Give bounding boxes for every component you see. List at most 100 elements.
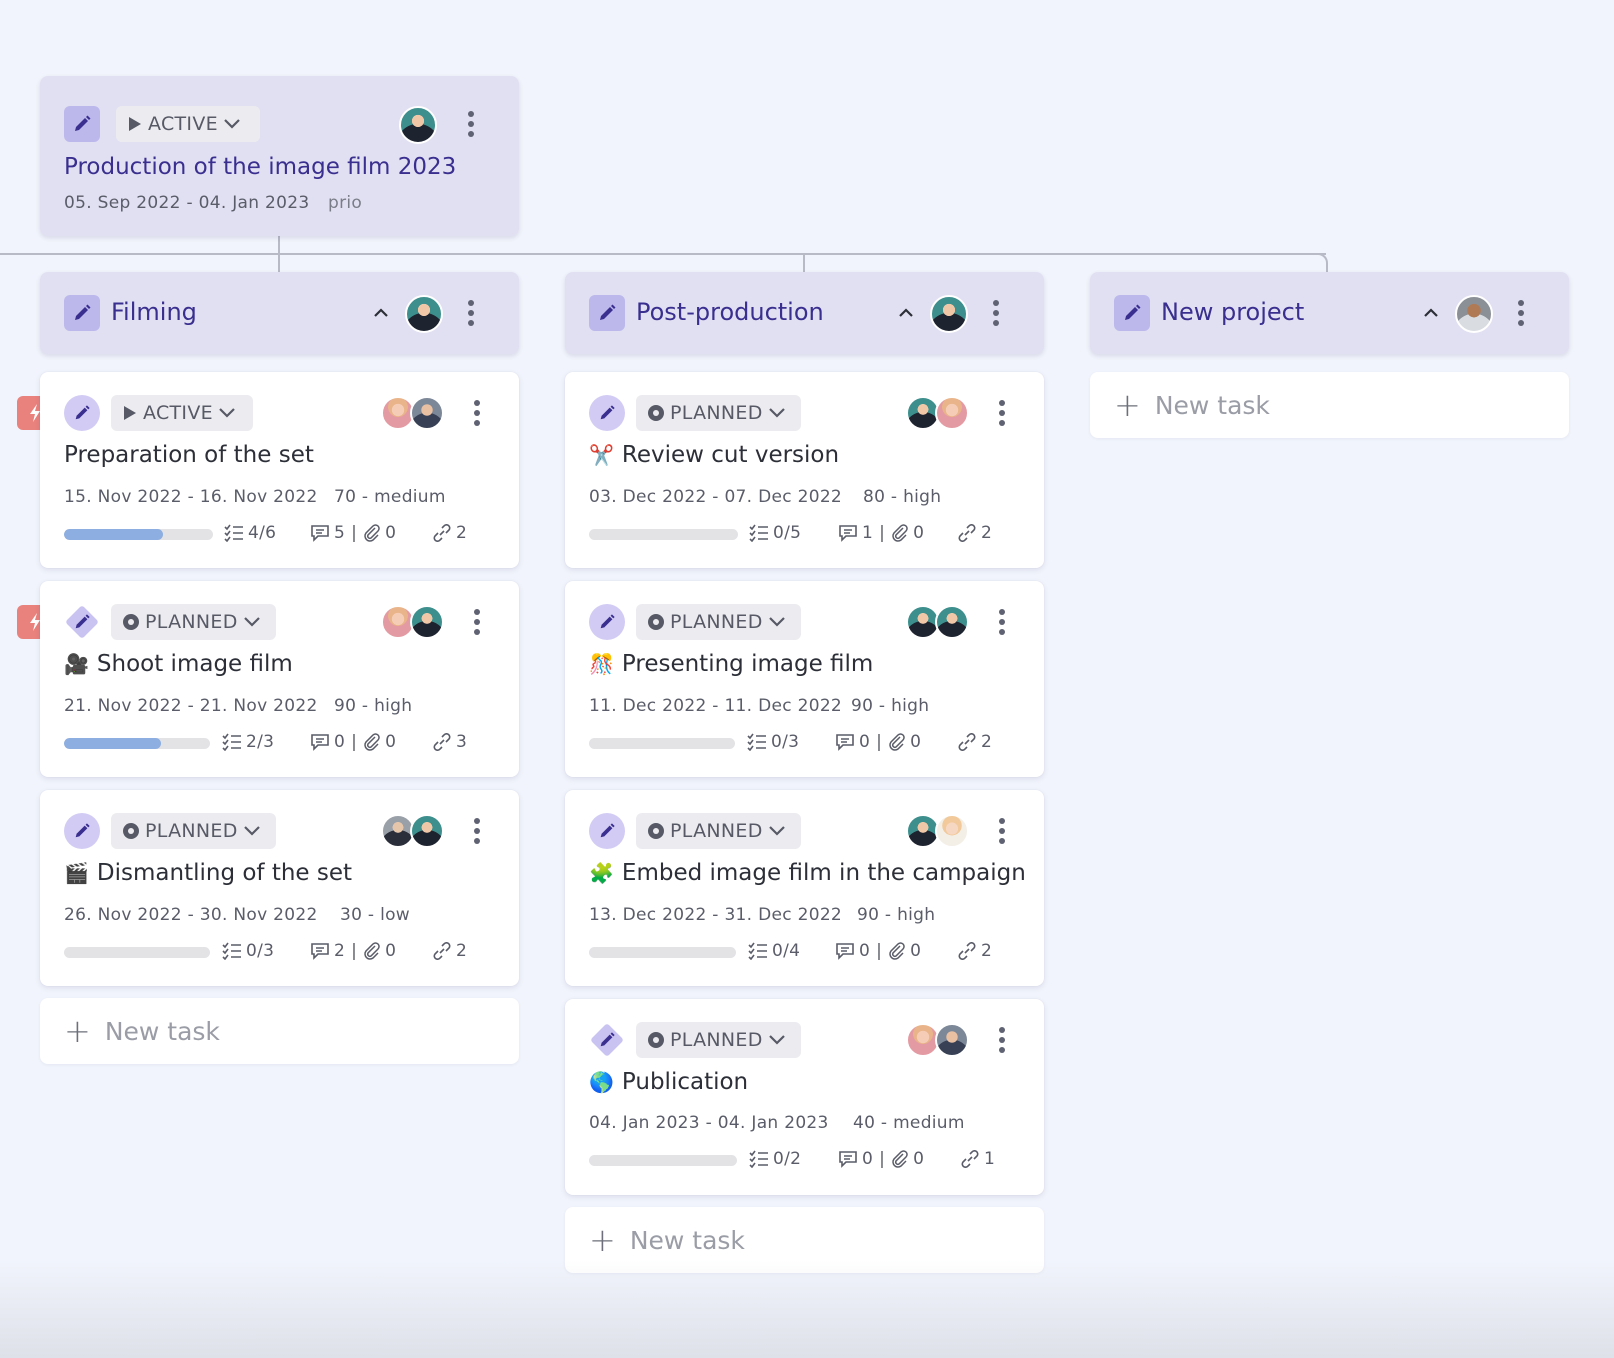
task-card[interactable]: PLANNED 🎥 Shoot image film 21. Nov 2022 -… xyxy=(40,581,519,777)
avatar[interactable] xyxy=(410,605,444,639)
link-count: 2 xyxy=(981,523,993,543)
task-title[interactable]: 🎬 Dismantling of the set xyxy=(64,860,352,886)
phase-header-new-project[interactable]: New project xyxy=(1090,272,1569,354)
task-menu-button[interactable] xyxy=(472,609,482,635)
chevron-down-icon xyxy=(243,826,260,836)
task-menu-button[interactable] xyxy=(997,400,1007,426)
phase-header-filming[interactable]: Filming xyxy=(40,272,519,354)
new-task-label: New task xyxy=(104,1016,220,1046)
task-status-dropdown[interactable]: PLANNED xyxy=(636,1022,801,1058)
new-task-button[interactable]: + New task xyxy=(40,998,519,1064)
link-count: 3 xyxy=(456,732,468,752)
task-title[interactable]: 🎥 Shoot image film xyxy=(64,651,293,677)
link-icon xyxy=(958,733,976,751)
attachment-count: 0 xyxy=(385,941,397,961)
edit-task-button[interactable] xyxy=(589,395,625,431)
task-menu-button[interactable] xyxy=(472,818,482,844)
task-dates: 15. Nov 2022 - 16. Nov 2022 xyxy=(64,487,318,507)
task-menu-button[interactable] xyxy=(997,609,1007,635)
task-title[interactable]: 🌎 Publication xyxy=(589,1069,748,1095)
separator: | xyxy=(351,732,358,752)
project-title[interactable]: Production of the image film 2023 xyxy=(64,154,456,180)
separator: | xyxy=(351,941,358,961)
phase-title[interactable]: Post-production xyxy=(636,298,824,326)
planned-icon xyxy=(648,823,664,839)
phase-menu-button[interactable] xyxy=(1516,300,1526,326)
task-menu-button[interactable] xyxy=(997,1027,1007,1053)
avatar[interactable] xyxy=(935,605,969,639)
checklist-value: 0/3 xyxy=(771,732,800,752)
edit-phase-button[interactable] xyxy=(64,295,100,331)
task-title[interactable]: 🎊 Presenting image film xyxy=(589,651,873,677)
task-status-dropdown[interactable]: PLANNED xyxy=(636,813,801,849)
project-dates: 05. Sep 2022 - 04. Jan 2023 xyxy=(64,193,310,213)
avatar[interactable] xyxy=(935,1023,969,1057)
phase-header-post-production[interactable]: Post-production xyxy=(565,272,1044,354)
project-priority: prio xyxy=(328,193,363,213)
phase-title[interactable]: New project xyxy=(1161,298,1304,326)
edit-task-button[interactable] xyxy=(589,604,625,640)
task-title[interactable]: 🧩 Embed image film in the campaign xyxy=(589,860,1026,886)
play-icon xyxy=(124,406,136,420)
task-card[interactable]: PLANNED 🧩 Embed image film in the campaig… xyxy=(565,790,1044,986)
task-title-text: Embed image film in the campaign xyxy=(621,860,1026,886)
pencil-icon xyxy=(600,304,616,320)
comment-icon xyxy=(311,943,329,960)
collapse-chevron-icon[interactable] xyxy=(899,308,913,318)
project-menu-button[interactable] xyxy=(466,111,476,137)
avatar[interactable] xyxy=(1455,295,1493,333)
task-card[interactable]: PLANNED 🎊 Presenting image film 11. Dec 2… xyxy=(565,581,1044,777)
edit-milestone-button[interactable] xyxy=(589,1022,625,1058)
chevron-down-icon xyxy=(768,408,785,418)
collapse-chevron-icon[interactable] xyxy=(374,308,388,318)
pencil-icon xyxy=(75,614,90,629)
project-card[interactable]: ACTIVE Production of the image film 2023… xyxy=(40,76,519,236)
task-status-dropdown[interactable]: PLANNED xyxy=(636,604,801,640)
task-title[interactable]: Preparation of the set xyxy=(64,442,314,468)
task-card[interactable]: ACTIVE Preparation of the set 15. Nov 20… xyxy=(40,372,519,568)
comment-icon xyxy=(839,525,857,542)
task-title[interactable]: ✂️ Review cut version xyxy=(589,442,839,468)
collapse-chevron-icon[interactable] xyxy=(1424,308,1438,318)
edit-task-button[interactable] xyxy=(64,395,100,431)
edit-project-button[interactable] xyxy=(64,106,100,142)
task-title-text: Publication xyxy=(621,1069,749,1095)
avatar[interactable] xyxy=(399,106,437,144)
phase-menu-button[interactable] xyxy=(466,300,476,326)
paperclip-icon xyxy=(889,733,905,751)
avatar[interactable] xyxy=(410,396,444,430)
pencil-icon xyxy=(75,115,91,131)
new-task-button[interactable]: + New task xyxy=(1090,372,1569,438)
avatar[interactable] xyxy=(930,295,968,333)
task-status-dropdown[interactable]: PLANNED xyxy=(111,813,276,849)
task-status-label: PLANNED xyxy=(670,611,763,633)
avatar[interactable] xyxy=(410,814,444,848)
avatar[interactable] xyxy=(405,295,443,333)
task-menu-button[interactable] xyxy=(472,400,482,426)
edit-phase-button[interactable] xyxy=(589,295,625,331)
scissors-icon: ✂️ xyxy=(589,443,614,467)
avatar[interactable] xyxy=(935,396,969,430)
edit-phase-button[interactable] xyxy=(1114,295,1150,331)
links-count: 3 xyxy=(432,732,467,752)
task-status-dropdown[interactable]: PLANNED xyxy=(636,395,801,431)
edit-task-button[interactable] xyxy=(64,813,100,849)
separator: | xyxy=(876,941,883,961)
edit-milestone-button[interactable] xyxy=(64,604,100,640)
phase-menu-button[interactable] xyxy=(991,300,1001,326)
link-icon xyxy=(433,733,451,751)
task-menu-button[interactable] xyxy=(997,818,1007,844)
new-task-button[interactable]: + New task xyxy=(565,1207,1044,1273)
paperclip-icon xyxy=(889,942,905,960)
task-status-dropdown[interactable]: ACTIVE xyxy=(111,395,253,431)
task-card[interactable]: PLANNED ✂️ Review cut version 03. Dec 202… xyxy=(565,372,1044,568)
edit-task-button[interactable] xyxy=(589,813,625,849)
project-status-dropdown[interactable]: ACTIVE xyxy=(116,106,260,142)
task-status-dropdown[interactable]: PLANNED xyxy=(111,604,276,640)
task-card[interactable]: PLANNED 🌎 Publication 04. Jan 2023 - 04. … xyxy=(565,999,1044,1195)
task-progress-bar xyxy=(64,947,210,958)
checklist-count: 0/2 xyxy=(749,1149,801,1169)
phase-title[interactable]: Filming xyxy=(111,298,197,326)
avatar[interactable] xyxy=(935,814,969,848)
task-card[interactable]: PLANNED 🎬 Dismantling of the set 26. Nov … xyxy=(40,790,519,986)
